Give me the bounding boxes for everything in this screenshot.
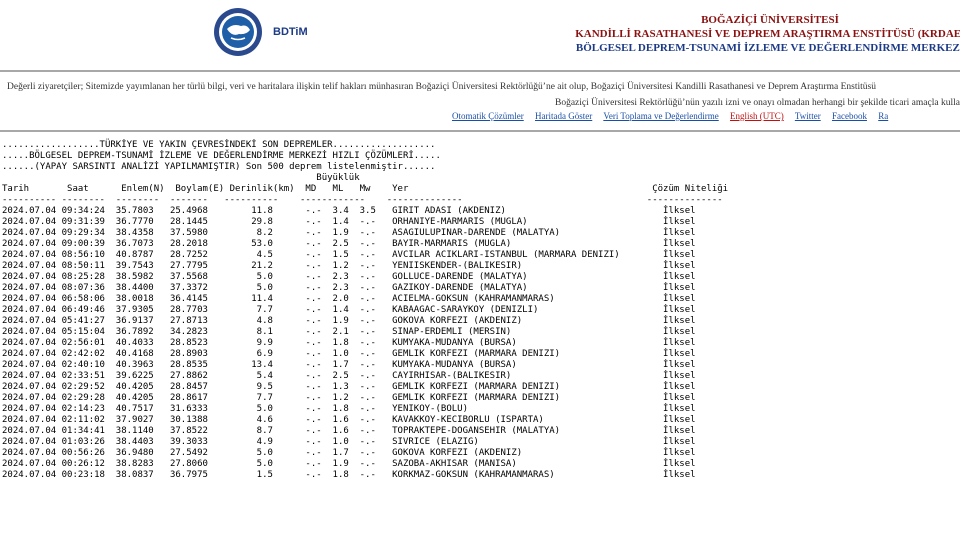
table-row: 2024.07.04 09:34:24 35.7803 25.4968 11.8… — [2, 206, 696, 216]
table-row: 2024.07.04 01:03:26 38.4403 39.3033 4.9 … — [2, 437, 696, 447]
institution-title: BOĞAZİÇİ ÜNİVERSİTESİ KANDİLLİ RASATHANE… — [560, 13, 960, 55]
list-intro-3: ......(YAPAY SARSINTI ANALİZİ YAPILMAMIŞ… — [2, 162, 436, 172]
link-twitter[interactable]: Twitter — [795, 111, 821, 121]
link-english-utc[interactable]: English (UTC) — [730, 111, 784, 121]
magnitude-header: Büyüklük — [2, 173, 360, 183]
institution-line-3: BÖLGESEL DEPREM-TSUNAMİ İZLEME VE DEĞERL… — [575, 42, 960, 54]
logo-text: BDTiM — [273, 26, 308, 38]
table-row: 2024.07.04 08:07:36 38.4400 37.3372 5.0 … — [2, 283, 696, 293]
table-row: 2024.07.04 02:14:23 40.7517 31.6333 5.0 … — [2, 404, 696, 414]
table-row: 2024.07.04 06:58:06 38.0018 36.4145 11.4… — [2, 294, 696, 304]
link-show-on-map[interactable]: Haritada Göster — [535, 111, 592, 121]
bdtim-globe-logo-icon[interactable] — [213, 7, 263, 57]
column-headers: Tarih Saat Enlem(N) Boylam(E) Derinlik(k… — [2, 184, 729, 194]
table-row: 2024.07.04 01:34:41 38.1140 37.8522 8.7 … — [2, 426, 696, 436]
link-facebook[interactable]: Facebook — [832, 111, 867, 121]
table-row: 2024.07.04 00:56:26 36.9480 27.5492 5.0 … — [2, 448, 696, 458]
table-row: 2024.07.04 02:29:28 40.4205 28.8617 7.7 … — [2, 393, 696, 403]
table-row: 2024.07.04 02:56:01 40.4033 28.8523 9.9 … — [2, 338, 696, 348]
table-row: 2024.07.04 02:11:02 37.9027 30.1388 4.6 … — [2, 415, 696, 425]
table-row: 2024.07.04 02:33:51 39.6225 27.8862 5.4 … — [2, 371, 696, 381]
link-data-collection[interactable]: Veri Toplama ve Değerlendirme — [603, 111, 718, 121]
table-row: 2024.07.04 09:00:39 36.7073 28.2018 53.0… — [2, 239, 696, 249]
table-row: 2024.07.04 06:49:46 37.9305 28.7703 7.7 … — [2, 305, 696, 315]
table-row: 2024.07.04 08:56:10 40.8787 28.7252 4.5 … — [2, 250, 696, 260]
nav-links: Otomatik Çözümler Haritada Göster Veri T… — [452, 111, 897, 121]
site-header: BDTiM BOĞAZİÇİ ÜNİVERSİTESİ KANDİLLİ RAS… — [0, 0, 960, 70]
list-intro-1: ..................TÜRKİYE VE YAKIN ÇEVRE… — [2, 140, 436, 150]
table-row: 2024.07.04 00:23:18 38.0837 36.7975 1.5 … — [2, 470, 696, 480]
table-row: 2024.07.04 08:25:28 38.5982 37.5568 5.0 … — [2, 272, 696, 282]
table-row: 2024.07.04 02:29:52 40.4205 28.8457 9.5 … — [2, 382, 696, 392]
nav-separator — [0, 130, 960, 132]
table-row: 2024.07.04 05:15:04 36.7892 34.2823 8.1 … — [2, 327, 696, 337]
list-intro-2: .....BÖLGESEL DEPREM-TSUNAMİ İZLEME VE D… — [2, 151, 441, 161]
header-separator — [0, 70, 960, 72]
table-row: 2024.07.04 09:31:39 36.7770 28.1445 29.8… — [2, 217, 696, 227]
notice-line-1: Değerli ziyaretçiler; Sitemizde yayımlan… — [7, 82, 876, 92]
table-row: 2024.07.04 05:41:27 36.9137 27.8713 4.8 … — [2, 316, 696, 326]
notice-line-2: Boğaziçi Üniversitesi Rektörlüğü’nün yaz… — [555, 98, 960, 108]
link-automatic-solutions[interactable]: Otomatik Çözümler — [452, 111, 524, 121]
table-row: 2024.07.04 02:40:10 40.3963 28.8535 13.4… — [2, 360, 696, 370]
link-ra[interactable]: Ra — [878, 111, 888, 121]
institution-line-1: BOĞAZİÇİ ÜNİVERSİTESİ — [701, 14, 839, 26]
institution-line-2: KANDİLLİ RASATHANESİ VE DEPREM ARAŞTIRMA… — [575, 28, 960, 40]
table-row: 2024.07.04 00:26:12 38.8283 27.8060 5.0 … — [2, 459, 696, 469]
table-row: 2024.07.04 09:29:34 38.4358 37.5980 8.2 … — [2, 228, 696, 238]
table-row: 2024.07.04 08:50:11 39.7543 27.7795 21.2… — [2, 261, 696, 271]
column-dashes: ---------- -------- -------- ------- ---… — [2, 195, 723, 205]
table-row: 2024.07.04 02:42:02 40.4168 28.8903 6.9 … — [2, 349, 696, 359]
earthquake-list: ..................TÜRKİYE VE YAKIN ÇEVRE… — [2, 140, 728, 481]
